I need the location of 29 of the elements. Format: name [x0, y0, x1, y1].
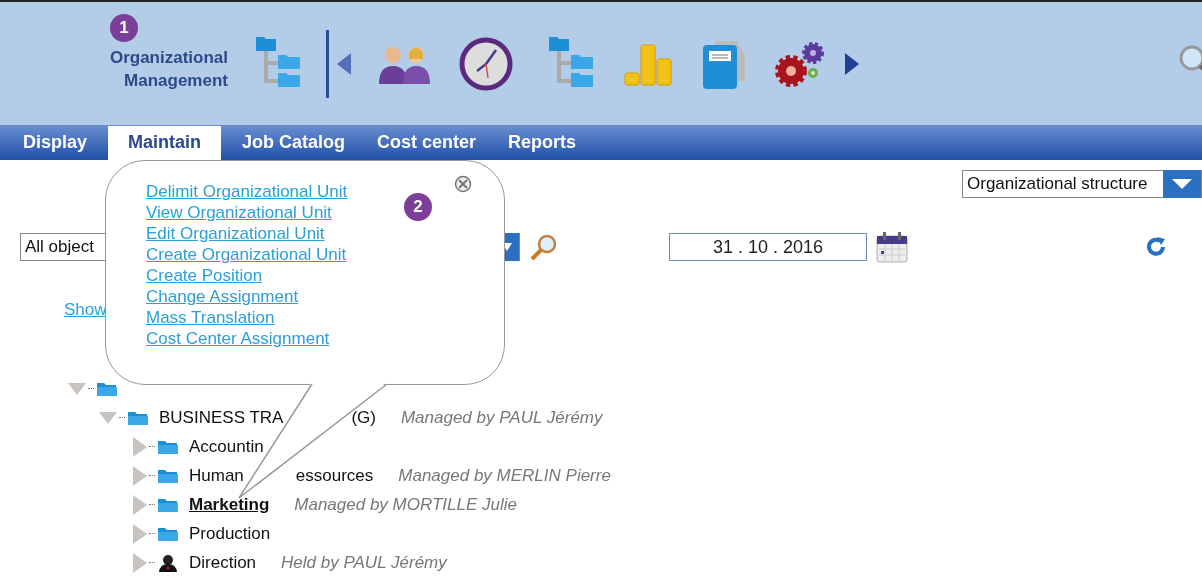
nav-tab[interactable]: Maintain [108, 126, 222, 160]
action-link[interactable]: Edit Organizational Unit [146, 223, 325, 244]
tree-node-label[interactable]: Accountin [189, 436, 264, 457]
manager-note: Managed by MORTILLE Julie [294, 494, 517, 515]
action-link[interactable]: Mass Translation [146, 307, 275, 328]
action-link[interactable]: Cost Center Assignment [146, 328, 330, 349]
structure-dropdown[interactable]: Organizational structure [962, 170, 1202, 198]
action-link[interactable]: Create Organizational Unit [146, 244, 347, 265]
tree-node-label[interactable]: Human [189, 465, 244, 486]
nav-tab[interactable]: Reports [497, 126, 588, 160]
tree-node-label[interactable]: essources [295, 465, 374, 486]
action-link[interactable]: Change Assignment [146, 286, 299, 307]
tree-node-label[interactable]: Direction [189, 552, 257, 573]
nav-tab[interactable]: Job Catalog [231, 126, 357, 160]
action-link[interactable]: Delimit Organizational Unit [146, 181, 348, 202]
tree-node-label[interactable]: Marketing [189, 494, 270, 515]
tree-node-label[interactable]: Production [189, 523, 271, 544]
nav-tab[interactable]: Cost center [366, 126, 488, 160]
action-link[interactable]: View Organizational Unit [146, 202, 332, 223]
tree-node-label[interactable]: BUSINESS TRA [159, 407, 284, 428]
manager-note: Managed by MERLIN Pierre [398, 465, 611, 486]
show-link[interactable]: Show [64, 300, 107, 320]
nav-tab[interactable]: Display [12, 126, 99, 160]
manager-note: Managed by PAUL Jérémy [400, 407, 603, 428]
date-field[interactable]: 31 . 10 . 2016 [669, 233, 867, 261]
app-title: Organizational Management [108, 46, 228, 92]
tree-node-label[interactable]: (G) [351, 407, 376, 428]
manager-note: Held by PAUL Jérémy [281, 552, 447, 573]
action-link[interactable]: Create Position [146, 265, 263, 286]
